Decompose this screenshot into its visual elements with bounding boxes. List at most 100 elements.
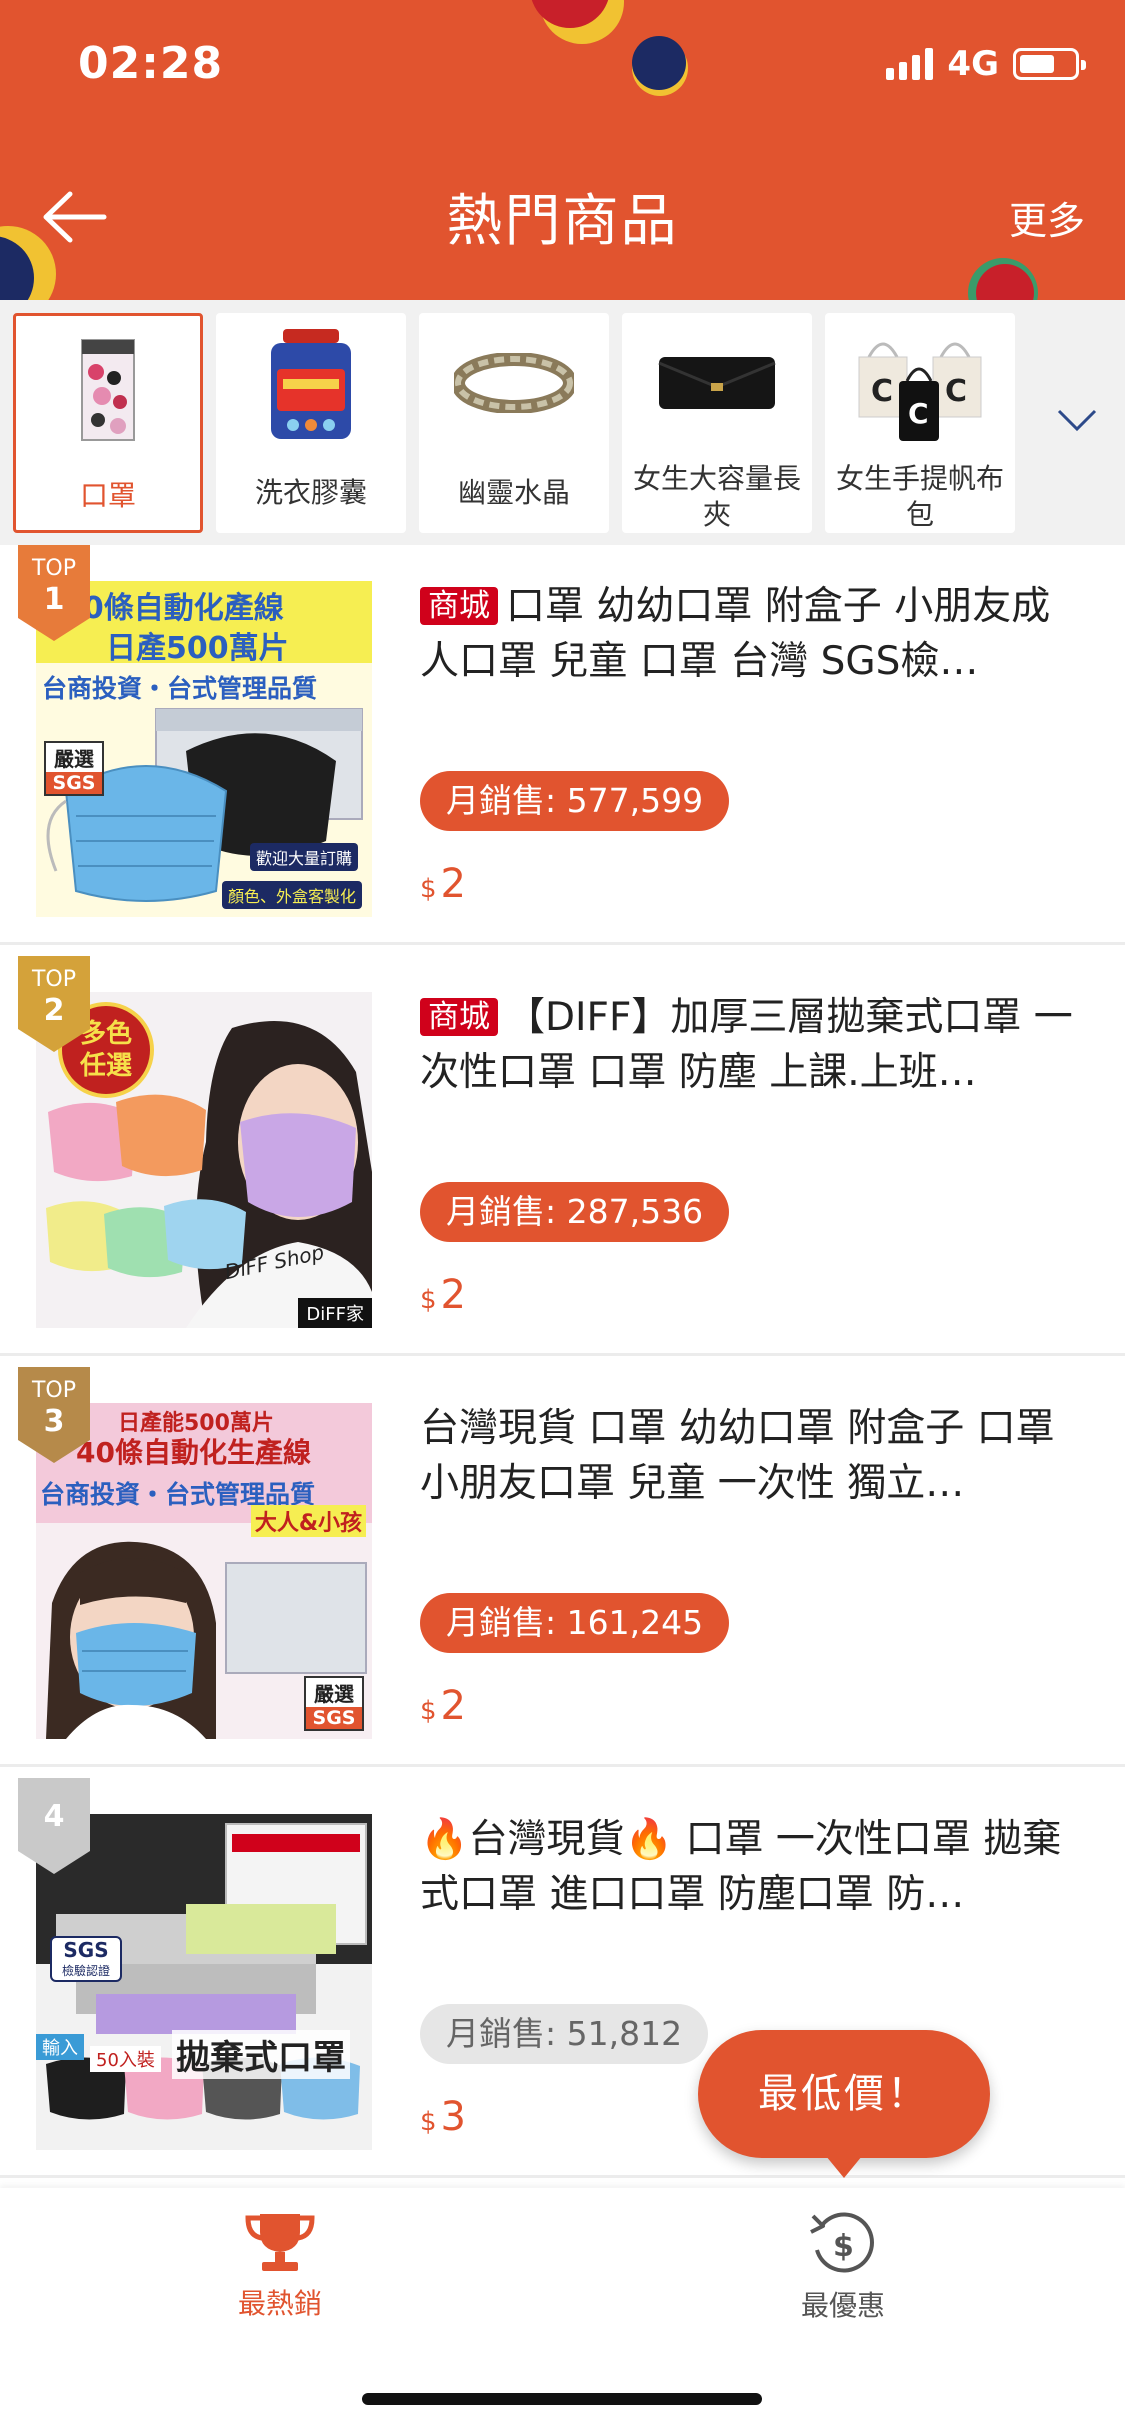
currency-symbol: $ bbox=[420, 1285, 437, 1315]
nav-item-best-deals[interactable]: $ 最優惠 bbox=[733, 2210, 953, 2324]
price-value: 3 bbox=[440, 2094, 466, 2140]
tooltip-label: 最低價！ bbox=[758, 2071, 930, 2117]
currency-symbol: $ bbox=[420, 1696, 437, 1726]
disposable-masks-illustration bbox=[36, 1814, 372, 2120]
mall-tag: 商城 bbox=[420, 587, 498, 625]
category-label: 洗衣膠囊 bbox=[254, 476, 367, 509]
category-label: 幽靈水晶 bbox=[457, 476, 570, 509]
laundry-tub-image bbox=[271, 329, 351, 439]
price-value: 2 bbox=[440, 1683, 466, 1729]
svg-text:C: C bbox=[871, 374, 893, 409]
image-text: 顏色、外盒客製化 bbox=[222, 881, 363, 909]
rank-label: TOP bbox=[31, 556, 77, 581]
home-indicator bbox=[362, 2393, 762, 2405]
product-card[interactable]: 40條自動化產線 日產500萬片 台商投資・台式管理品質 嚴選 SGS 歡迎大量… bbox=[0, 545, 1125, 945]
image-text: 歡迎大量訂購 bbox=[250, 843, 359, 871]
svg-text:C: C bbox=[945, 374, 967, 409]
mask-pack-image bbox=[81, 339, 135, 441]
expand-categories-button[interactable] bbox=[1047, 390, 1107, 450]
category-label: 口罩 bbox=[79, 479, 136, 512]
product-price: $3 bbox=[420, 2092, 466, 2147]
battery-icon bbox=[1013, 48, 1086, 80]
product-image: SGS 檢驗認證 輸入 50入裝 拋棄式口罩 bbox=[36, 1814, 372, 2150]
currency-symbol: $ bbox=[420, 874, 437, 904]
product-title-text: 🔥台灣現貨🔥 口罩 一次性口罩 拋棄式口罩 進口口罩 防塵口罩 防… bbox=[420, 1817, 1062, 1917]
nav-item-best-selling[interactable]: 最熱銷 bbox=[170, 2210, 390, 2322]
price-value: 2 bbox=[440, 861, 466, 907]
rank-number: 2 bbox=[43, 993, 65, 1028]
category-tab-phantom-crystal[interactable]: 幽靈水晶 bbox=[419, 313, 609, 533]
image-text: SGS bbox=[46, 772, 102, 794]
status-time: 02:28 bbox=[78, 38, 224, 89]
image-text: 40條自動化產線 bbox=[62, 591, 284, 626]
product-image: 多色 任選 DiFF Shop DiFF家 bbox=[36, 992, 372, 1328]
status-icons: 4G bbox=[886, 44, 1086, 84]
image-text: 台商投資・台式管理品質 bbox=[42, 674, 318, 703]
tote-bags-image: C C C bbox=[858, 342, 982, 441]
rank-label: TOP bbox=[31, 967, 77, 992]
crystal-bracelet-image bbox=[454, 353, 574, 413]
product-title: 🔥台灣現貨🔥 口罩 一次性口罩 拋棄式口罩 進口口罩 防塵口罩 防… bbox=[420, 1812, 1089, 1922]
category-tab-canvas-tote[interactable]: C C C 女生手提帆布包 bbox=[825, 313, 1015, 533]
svg-text:C: C bbox=[908, 397, 929, 430]
header-bar: 02:28 4G 熱門商品 更多 bbox=[0, 0, 1125, 300]
product-title-text: 口罩 幼幼口罩 附盒子 小朋友成人口罩 兒童 口罩 台灣 SGS檢… bbox=[420, 584, 1051, 684]
category-label: 女生手提帆布包 bbox=[835, 462, 1004, 531]
rank-number: 3 bbox=[43, 1404, 65, 1439]
image-text: 嚴選 bbox=[54, 747, 94, 771]
image-text: 檢驗認證 bbox=[61, 1964, 110, 1978]
product-price: $2 bbox=[420, 1681, 466, 1736]
monthly-sales-badge: 月銷售: 51,812 bbox=[420, 2004, 709, 2064]
nav-label: 最熱銷 bbox=[237, 2287, 322, 2320]
image-text: 輸入 bbox=[36, 2034, 84, 2060]
category-tab-laundry-pods[interactable]: 洗衣膠囊 bbox=[216, 313, 406, 533]
image-text: SGS bbox=[306, 1707, 362, 1729]
image-badge: 嚴選 SGS bbox=[44, 741, 104, 796]
image-text: 任選 bbox=[79, 1051, 132, 1081]
category-tab-long-wallet[interactable]: 女生大容量長夾 bbox=[622, 313, 812, 533]
image-text: 嚴選 bbox=[314, 1682, 354, 1706]
sgs-seal: SGS 檢驗認證 bbox=[50, 1936, 122, 1982]
product-image: 日產能500萬片 40條自動化生產線 台商投資・台式管理品質 大人&小孩 嚴選 … bbox=[36, 1403, 372, 1739]
image-text: 日產500萬片 bbox=[106, 631, 289, 666]
product-image: 40條自動化產線 日產500萬片 台商投資・台式管理品質 嚴選 SGS 歡迎大量… bbox=[36, 581, 372, 917]
rank-label: TOP bbox=[31, 1378, 77, 1403]
image-text: 40條自動化生產線 bbox=[76, 1436, 311, 1469]
price-value: 2 bbox=[440, 1272, 466, 1318]
image-text: 50入裝 bbox=[90, 2046, 161, 2072]
monthly-sales-badge: 月銷售: 161,245 bbox=[420, 1593, 730, 1653]
more-link[interactable]: 更多 bbox=[1009, 190, 1085, 245]
trophy-icon bbox=[245, 2214, 315, 2271]
image-badge: 嚴選 SGS bbox=[304, 1676, 364, 1731]
chevron-down-icon bbox=[1057, 409, 1097, 432]
rank-number: 1 bbox=[43, 582, 65, 617]
monthly-sales-badge: 月銷售: 577,599 bbox=[420, 771, 730, 831]
wallet-image bbox=[658, 357, 776, 409]
product-card[interactable]: 日產能500萬片 40條自動化生產線 台商投資・台式管理品質 大人&小孩 嚴選 … bbox=[0, 1367, 1125, 1767]
category-label: 女生大容量長夾 bbox=[632, 462, 801, 531]
svg-text:$: $ bbox=[833, 2229, 854, 2264]
mall-tag: 商城 bbox=[420, 998, 498, 1036]
tooltip-tail bbox=[826, 2156, 862, 2178]
product-price: $2 bbox=[420, 1270, 466, 1325]
lowest-price-tooltip[interactable]: 最低價！ bbox=[698, 2030, 990, 2178]
category-tab-mask[interactable]: 口罩 bbox=[13, 313, 203, 533]
network-type: 4G bbox=[947, 44, 999, 84]
monthly-sales-badge: 月銷售: 287,536 bbox=[420, 1182, 730, 1242]
currency-symbol: $ bbox=[420, 2107, 437, 2137]
product-card[interactable]: 多色 任選 DiFF Shop DiFF家 TOP 2 商城 【DIFF】加厚三層… bbox=[0, 956, 1125, 1356]
product-title: 商城 口罩 幼幼口罩 附盒子 小朋友成人口罩 兒童 口罩 台灣 SGS檢… bbox=[420, 579, 1089, 689]
image-text: DiFF家 bbox=[298, 1298, 372, 1328]
nav-label: 最優惠 bbox=[800, 2289, 885, 2322]
product-title-text: 台灣現貨 口罩 幼幼口罩 附盒子 口罩 小朋友口罩 兒童 一次性 獨立… bbox=[420, 1406, 1055, 1506]
image-text: SGS bbox=[63, 1938, 109, 1962]
product-price: $2 bbox=[420, 859, 466, 914]
product-title-text: 【DIFF】加厚三層拋棄式口罩 一次性口罩 口罩 防塵 上課.上班… bbox=[420, 995, 1073, 1095]
signal-icon bbox=[886, 48, 934, 80]
product-title: 台灣現貨 口罩 幼幼口罩 附盒子 口罩 小朋友口罩 兒童 一次性 獨立… bbox=[420, 1401, 1089, 1511]
category-strip: 口罩 洗衣膠囊 幽靈水晶 女生大容量長夾 C C C 女生手提帆布包 bbox=[0, 300, 1125, 545]
page-title: 熱門商品 bbox=[446, 189, 679, 254]
product-title: 商城 【DIFF】加厚三層拋棄式口罩 一次性口罩 口罩 防塵 上課.上班… bbox=[420, 990, 1089, 1100]
decor-circle bbox=[632, 36, 686, 90]
rank-number: 4 bbox=[43, 1799, 65, 1834]
